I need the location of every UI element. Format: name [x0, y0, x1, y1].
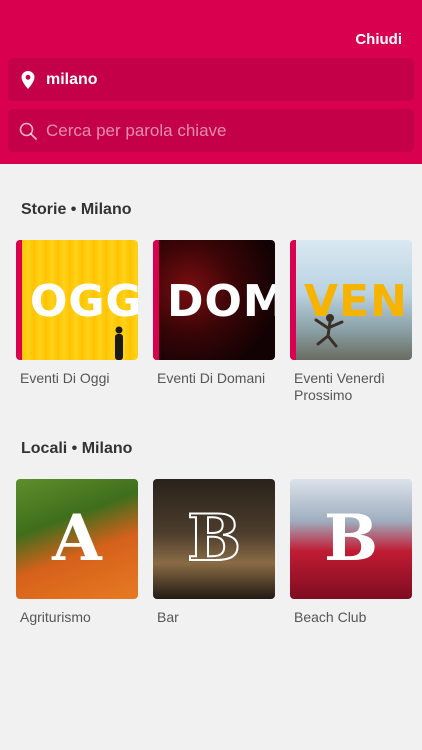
oggi-image: OGG	[16, 240, 138, 360]
stories-section-title: Storie • Milano	[21, 201, 132, 218]
domani-image-text: DOM	[167, 276, 275, 327]
venerdi-image: VEN	[290, 240, 412, 360]
bar-image: B	[153, 479, 275, 599]
locali-section-title: Locali • Milano	[21, 440, 133, 457]
locali-row: A Agriturismo B Bar B Beach Club	[16, 479, 412, 626]
locale-card-agriturismo[interactable]: A Agriturismo	[16, 479, 138, 626]
location-field[interactable]: milano	[8, 58, 414, 101]
story-label-venerdi: Eventi Venerdì Prossimo	[294, 370, 386, 403]
search-placeholder: Cerca per parola chiave	[46, 120, 227, 140]
story-card-oggi[interactable]: OGG Eventi Di Oggi	[16, 240, 138, 404]
story-label-domani: Eventi Di Domani	[157, 370, 266, 386]
locale-card-bar[interactable]: B Bar	[153, 479, 275, 626]
story-label-oggi: Eventi Di Oggi	[20, 370, 110, 386]
person-silhouette-icon	[115, 326, 123, 360]
beach-club-image: B	[290, 479, 412, 599]
locale-label-beach-club: Beach Club	[294, 609, 367, 625]
locale-label-bar: Bar	[157, 609, 179, 625]
agriturismo-image: A	[16, 479, 138, 599]
oggi-image-text: OGG	[30, 276, 138, 327]
stories-row: OGG Eventi Di Oggi DOM Eventi Di Domani …	[16, 240, 412, 404]
jumping-person-icon	[314, 314, 344, 348]
domani-image: DOM	[153, 240, 275, 360]
close-button[interactable]: Chiudi	[355, 31, 402, 48]
location-value: milano	[46, 70, 98, 88]
bar-image-text: B	[186, 500, 242, 577]
search-icon	[10, 122, 46, 140]
beach-club-image-text: B	[323, 501, 379, 576]
locale-label-agriturismo: Agriturismo	[20, 609, 91, 625]
locale-card-beach-club[interactable]: B Beach Club	[290, 479, 412, 626]
agriturismo-image-text: A	[52, 501, 102, 576]
location-pin-icon	[10, 70, 46, 89]
search-field[interactable]: Cerca per parola chiave	[8, 109, 414, 152]
header: Chiudi milano Cerca per parola chiave	[0, 0, 422, 164]
story-card-domani[interactable]: DOM Eventi Di Domani	[153, 240, 275, 404]
venerdi-image-text: VEN	[304, 276, 408, 327]
story-card-venerdi[interactable]: VEN Eventi Venerdì Prossimo	[290, 240, 412, 404]
